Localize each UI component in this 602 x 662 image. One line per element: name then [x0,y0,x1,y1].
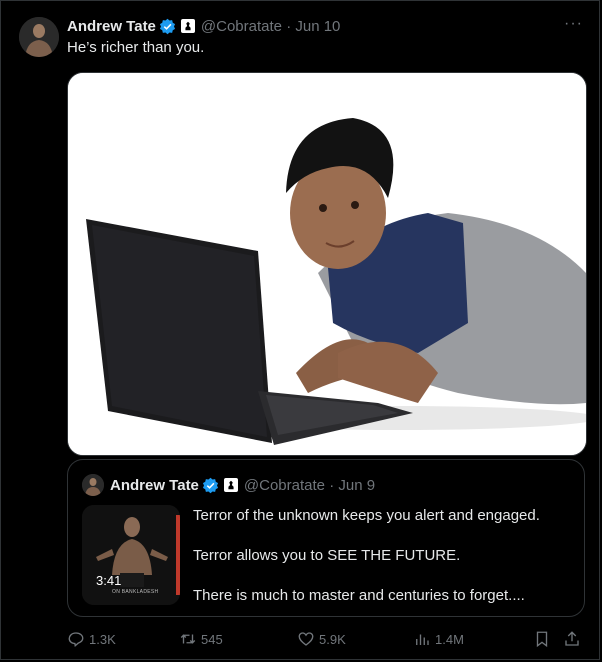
quoted-author-avatar [82,474,104,496]
reply-button[interactable]: 1.3K [67,630,179,648]
quoted-line: There is much to master and centuries to… [193,587,525,604]
quoted-line: Terror of the unknown keeps you alert an… [193,507,540,524]
quoted-header: Andrew Tate @Cobratate · Jun 9 [82,474,375,496]
handle-text: @Cobratate [200,17,283,35]
quoted-date: · Jun 9 [329,476,376,494]
quoted-line: Terror allows you to SEE THE FUTURE. [193,547,461,564]
quoted-video-thumbnail[interactable]: 3:41 ON BANKLADESH [82,505,180,605]
like-count: 5.9K [319,631,346,647]
affiliate-badge-icon[interactable] [180,19,195,33]
verified-badge-icon [159,18,176,35]
bookmark-icon [536,631,548,648]
tweet-image[interactable] [67,72,587,456]
share-button[interactable] [563,630,587,648]
heart-icon [298,632,314,646]
reply-icon [68,632,84,648]
quoted-author-name: Andrew Tate [110,476,199,494]
action-bar: 1.3K 545 5.9K 1.4M [67,627,587,651]
quoted-text: Terror of the unknown keeps you alert an… [193,506,573,626]
tweet-header: Andrew Tate @Cobratate · Jun 10 ··· [67,15,583,37]
bookmark-button[interactable] [533,630,563,648]
repost-button[interactable]: 545 [179,630,297,648]
share-icon [565,631,579,646]
quoted-handle: @Cobratate · Jun 9 [244,477,375,494]
repost-icon [180,634,196,644]
views-button[interactable]: 1.4M [413,630,533,648]
views-count: 1.4M [435,631,464,647]
views-icon [416,634,429,645]
verified-badge-icon [202,477,219,494]
tweet-text: He’s richer than you. [67,39,205,56]
thumbnail-brand-text: ON BANKLADESH [112,589,159,595]
more-options-icon[interactable]: ··· [564,15,583,33]
author-handle[interactable]: @Cobratate · Jun 10 [201,18,340,35]
reply-count: 1.3K [89,631,116,647]
affiliate-badge-icon [223,478,238,492]
quoted-handle-text: @Cobratate [243,476,326,494]
like-button[interactable]: 5.9K [297,630,413,648]
quoted-tweet[interactable]: Andrew Tate @Cobratate · Jun 9 3:41 ON B… [67,459,585,617]
repost-count: 545 [201,631,223,647]
author-name[interactable]: Andrew Tate [67,18,156,35]
author-avatar[interactable] [19,17,59,57]
tweet: Andrew Tate @Cobratate · Jun 10 ··· He’s… [0,0,600,660]
tweet-date[interactable]: · Jun 10 [286,18,340,35]
video-duration: 3:41 [96,573,122,588]
